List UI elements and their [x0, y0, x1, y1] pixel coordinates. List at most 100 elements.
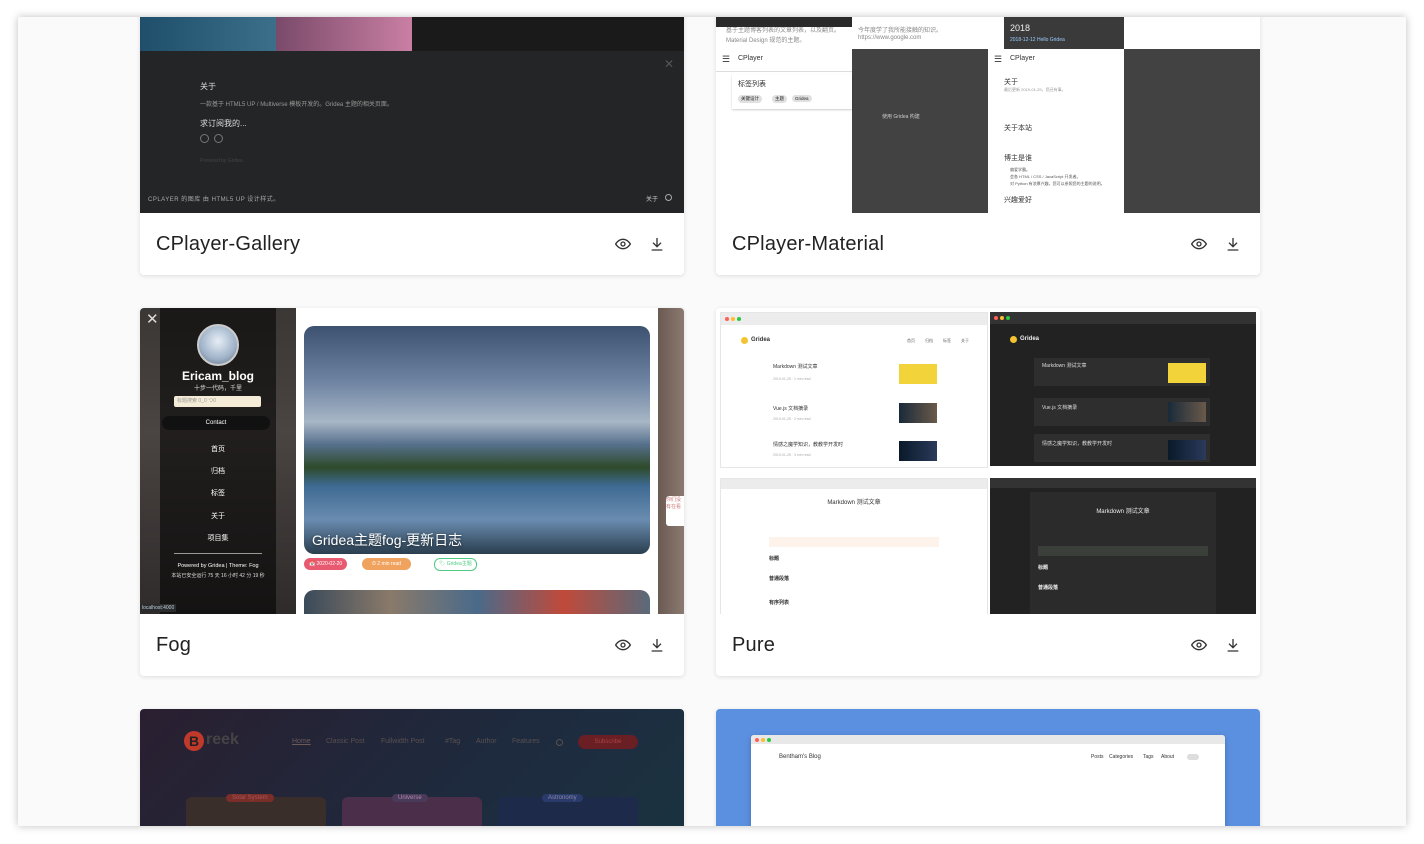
download-button[interactable]: [646, 634, 668, 656]
menu-icon[interactable]: ☰: [994, 54, 1002, 65]
site-name[interactable]: Gridea: [751, 337, 770, 343]
category-label[interactable]: Universe: [392, 794, 428, 802]
preview-button[interactable]: [612, 233, 634, 255]
nav-home[interactable]: 首页: [907, 338, 915, 344]
download-icon: [651, 639, 663, 652]
nav-archive[interactable]: 归档: [140, 466, 296, 476]
theme-preview[interactable]: Gridea 首页 归档 标签 关于 Markdown 测试文章 2019-01…: [716, 308, 1260, 614]
nav-about[interactable]: 关于: [961, 338, 969, 344]
theme-preview[interactable]: ✕ Ericam_blog 十步一代码，千里 标题搜索 0_0 つ0 Conta…: [140, 308, 684, 614]
pure-dark-article: Markdown 测试文章 标题 普通段落: [990, 478, 1256, 614]
eye-icon: [615, 238, 631, 250]
theme-toggle[interactable]: [1187, 754, 1199, 760]
article-h-title: 标题: [1038, 565, 1049, 571]
section-about-site: 关于本站: [1004, 125, 1032, 132]
github-icon[interactable]: [200, 134, 209, 143]
search-input[interactable]: 标题搜索 0_0 つ0: [174, 396, 261, 407]
next-post-image[interactable]: [304, 590, 650, 614]
download-button[interactable]: [1222, 634, 1244, 656]
nav-home[interactable]: 首页: [140, 444, 296, 454]
category-label[interactable]: Solar System: [226, 794, 274, 802]
nav-tags[interactable]: Tags: [1143, 754, 1154, 760]
nav-tags[interactable]: 标签: [140, 488, 296, 498]
theme-preview[interactable]: Bentham's Blog Posts Categories Tags Abo…: [716, 709, 1260, 826]
nav-home[interactable]: Home: [292, 738, 311, 745]
download-icon: [1227, 238, 1239, 251]
theme-preview[interactable]: B reek Home Classic Post Fullwidth Post …: [140, 709, 684, 826]
post-title[interactable]: Markdown 测试文章: [1042, 362, 1086, 369]
tags-panel: 标签列表 关键设计 主题 Gridea: [732, 75, 852, 109]
nav-tags[interactable]: 标签: [943, 338, 951, 344]
nav-categories[interactable]: Categories: [1109, 754, 1133, 760]
article-h-ordered: 有序列表: [769, 600, 790, 606]
uptime-text: 本站已安全运行 75 天 16 小时 42 分 19 秒: [171, 573, 265, 579]
nav-about[interactable]: 关于: [140, 511, 296, 521]
gallery-thumb-dark: [412, 17, 684, 51]
nav-author[interactable]: Author: [476, 738, 497, 745]
post-thumb[interactable]: [899, 441, 937, 461]
nav-about[interactable]: About: [1161, 754, 1174, 760]
weibo-icon[interactable]: [214, 134, 223, 143]
theme-card-bentham: Bentham's Blog Posts Categories Tags Abo…: [716, 709, 1260, 826]
article-h-list: 普通段落: [1038, 585, 1059, 591]
search-icon[interactable]: [556, 739, 563, 746]
window-dot: [731, 317, 735, 321]
post-title[interactable]: Vue.js 文档摘录: [1042, 404, 1077, 411]
nav-tag[interactable]: #Tag: [445, 738, 460, 745]
theme-preview[interactable]: 基于主题博客列表的文章列表，以及翻页。 Material Design 规范的主…: [716, 17, 1260, 213]
nav-projects[interactable]: 项目集: [140, 533, 296, 543]
post-thumb[interactable]: [899, 364, 937, 384]
preview-button[interactable]: [612, 634, 634, 656]
breek-logo-text[interactable]: reek: [206, 731, 239, 749]
post-image[interactable]: Gridea主题fog-更新日志: [304, 326, 650, 554]
post-title[interactable]: 情感之魔学知识，教教学开发时: [773, 441, 843, 448]
close-icon[interactable]: ✕: [664, 57, 674, 71]
site-name[interactable]: Gridea: [1020, 336, 1039, 342]
nav-archive[interactable]: 归档: [925, 338, 933, 344]
window-dot: [994, 316, 998, 320]
post-thumb[interactable]: [899, 403, 937, 423]
nav-posts[interactable]: Posts: [1091, 754, 1104, 760]
tag-chip[interactable]: 关键设计: [738, 95, 762, 103]
post-title[interactable]: Markdown 测试文章: [773, 363, 817, 370]
theme-title: CPlayer-Gallery: [156, 232, 301, 255]
powered-text: Powered by Gridea | Theme: Fog: [177, 563, 259, 569]
category-label[interactable]: Astronomy: [542, 794, 583, 802]
theme-preview[interactable]: ✕ 关于 一款基于 HTML5 UP / Multiverse 模板开发的。Gr…: [140, 17, 684, 213]
nav-features[interactable]: Features: [512, 738, 540, 745]
post-thumb[interactable]: [1168, 363, 1206, 383]
tag-chip[interactable]: 主题: [772, 95, 787, 103]
breek-logo-badge[interactable]: B: [184, 731, 204, 751]
post-title[interactable]: Gridea主题fog-更新日志: [312, 530, 462, 550]
tag-chip[interactable]: Gridea: [792, 95, 812, 102]
pure-dark-list: Gridea Markdown 测试文章 Vue.js 文档摘录 情感之魔学知识…: [990, 312, 1256, 466]
site-logo-icon[interactable]: [1010, 336, 1017, 343]
subscribe-button[interactable]: Subscribe: [578, 735, 638, 749]
menu-icon[interactable]: ☰: [722, 54, 730, 65]
gallery-footer-about[interactable]: 关于: [646, 194, 658, 203]
avatar[interactable]: [197, 324, 239, 366]
download-button[interactable]: [646, 233, 668, 255]
site-logo-icon[interactable]: [741, 337, 748, 344]
post-tag-badge[interactable]: 🏷 Gridea主题: [434, 558, 477, 571]
download-button[interactable]: [1222, 233, 1244, 255]
article-h-title: 标题: [769, 556, 780, 562]
nav-classic[interactable]: Classic Post: [326, 738, 365, 745]
post-thumb[interactable]: [1168, 402, 1206, 422]
theme-card-cplayer-gallery: ✕ 关于 一款基于 HTML5 UP / Multiverse 模板开发的。Gr…: [140, 17, 684, 275]
contact-button[interactable]: Contact: [162, 416, 270, 430]
side-tab[interactable]: 你们没有在看: [666, 496, 684, 526]
material-dark-right: [1124, 49, 1260, 213]
close-icon[interactable]: ✕: [146, 310, 159, 328]
post-title[interactable]: Vue.js 文档摘录: [773, 405, 808, 412]
info-icon[interactable]: [665, 194, 672, 201]
blog-name[interactable]: Bentham's Blog: [779, 754, 821, 760]
preview-button[interactable]: [1188, 233, 1210, 255]
material-appbar-right: ☰ CPlayer: [988, 49, 1124, 72]
post-thumb[interactable]: [1168, 440, 1206, 460]
post-title[interactable]: 情感之魔学知识，教教学开发时: [1042, 440, 1112, 447]
nav-fullwidth[interactable]: Fullwidth Post: [381, 738, 425, 745]
preview-button[interactable]: [1188, 634, 1210, 656]
blog-name[interactable]: Ericam_blog: [140, 369, 296, 383]
gallery-thumb-strip: [140, 17, 412, 51]
